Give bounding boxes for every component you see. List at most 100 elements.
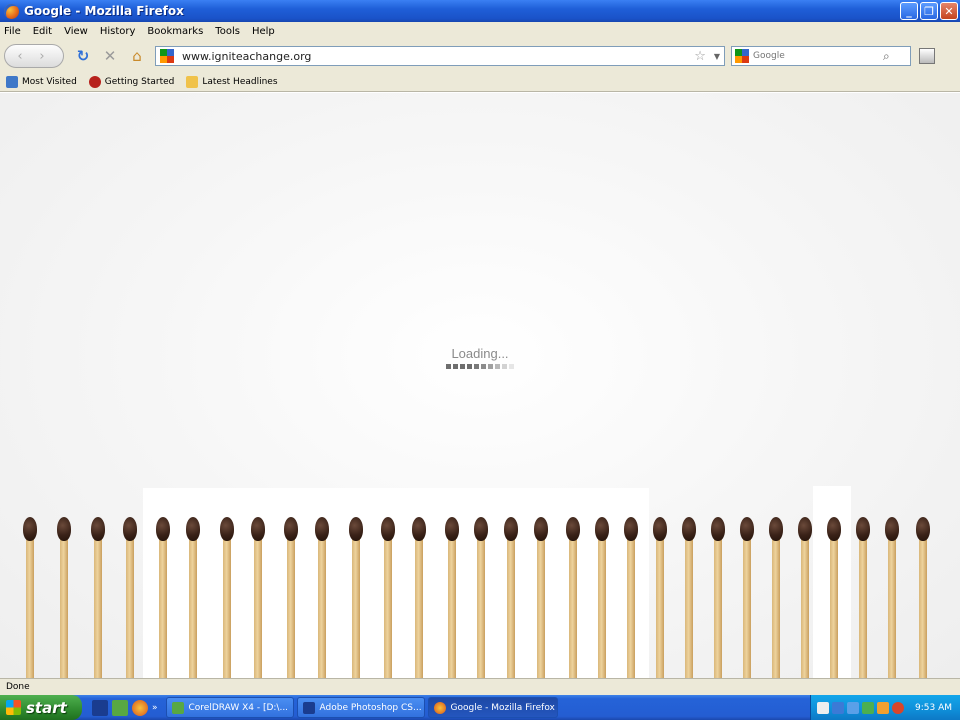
menu-view[interactable]: View: [64, 26, 88, 37]
loader-square: [481, 364, 486, 369]
stop-icon[interactable]: ✕: [99, 45, 121, 67]
loading-text: Loading...: [451, 346, 509, 361]
bookmarks-toolbar: Most Visited Getting Started Latest Head…: [0, 72, 960, 92]
search-engine-icon[interactable]: [735, 49, 749, 63]
alert-icon[interactable]: [892, 701, 904, 714]
home-icon[interactable]: ⌂: [126, 45, 148, 67]
loader-square: [488, 364, 493, 369]
reload-icon[interactable]: ↻: [72, 45, 94, 67]
menu-history[interactable]: History: [100, 26, 136, 37]
matchstick-image: [653, 517, 667, 678]
site-favicon-icon: [160, 49, 174, 63]
maximize-button[interactable]: ❐: [920, 2, 938, 20]
back-button[interactable]: ‹: [9, 49, 31, 64]
matchstick-image: [916, 517, 930, 678]
volume-icon[interactable]: [862, 701, 874, 714]
start-label: start: [26, 698, 67, 717]
matchstick-image: [885, 517, 899, 678]
matchstick-image: [711, 517, 725, 678]
matchstick-image: [91, 517, 105, 678]
system-tray: 9:53 AM: [810, 695, 960, 720]
shield-icon[interactable]: [877, 701, 889, 714]
help-icon[interactable]: [817, 701, 829, 714]
start-button[interactable]: start: [0, 695, 82, 720]
matchstick-image: [220, 517, 234, 678]
menu-bookmarks[interactable]: Bookmarks: [147, 26, 203, 37]
url-dropdown-icon[interactable]: ▼: [714, 52, 720, 61]
matchstick-image: [349, 517, 363, 678]
matchstick-image: [856, 517, 870, 678]
matchstick-image: [474, 517, 488, 678]
task-photoshop[interactable]: Adobe Photoshop CS...: [296, 697, 425, 718]
matchstick-image: [445, 517, 459, 678]
matchstick-image: [23, 517, 37, 678]
photoshop-icon[interactable]: [92, 699, 108, 716]
loader-square: [502, 364, 507, 369]
loader-square: [495, 364, 500, 369]
most-visited-icon: [6, 75, 18, 88]
windows-logo-icon: [6, 700, 21, 715]
status-text: Done: [6, 682, 30, 692]
firefox-icon: [4, 3, 19, 19]
firefox-icon: [433, 701, 446, 714]
bookmark-most-visited[interactable]: Most Visited: [6, 75, 77, 88]
network-icon[interactable]: [847, 701, 859, 714]
task-coreldraw[interactable]: CorelDRAW X4 - [D:\...: [165, 697, 294, 718]
matchstick-image: [412, 517, 426, 678]
coreldraw-icon[interactable]: [112, 699, 128, 716]
matchstick-image: [504, 517, 518, 678]
matchstick-image: [251, 517, 265, 678]
url-bar[interactable]: www.igniteachange.org ☆ ▼: [155, 46, 725, 66]
matchstick-image: [156, 517, 170, 678]
menu-help[interactable]: Help: [252, 26, 275, 37]
bookmark-star-icon[interactable]: ☆: [694, 49, 706, 64]
loader-square: [460, 364, 465, 369]
bookmark-label: Getting Started: [104, 76, 175, 87]
window-title: Google - Mozilla Firefox: [24, 4, 184, 18]
matchstick-image: [284, 517, 298, 678]
minimize-button[interactable]: _: [900, 2, 918, 20]
matchstick-image: [315, 517, 329, 678]
menu-tools[interactable]: Tools: [215, 26, 240, 37]
bookmark-label: Latest Headlines: [202, 76, 278, 87]
search-bar[interactable]: ⌕: [731, 46, 911, 66]
navigation-toolbar: ‹ › ↻ ✕ ⌂ www.igniteachange.org ☆ ▼ ⌕: [0, 40, 960, 72]
menu-edit[interactable]: Edit: [33, 26, 52, 37]
menu-file[interactable]: File: [4, 26, 21, 37]
bookmark-getting-started[interactable]: Getting Started: [88, 75, 175, 88]
window-controls: _ ❐ ✕: [900, 2, 958, 20]
loader-square: [474, 364, 479, 369]
window-tile-icon[interactable]: [919, 48, 935, 64]
url-text[interactable]: www.igniteachange.org: [182, 50, 694, 63]
rss-folder-icon: [186, 75, 199, 88]
back-forward-group: ‹ ›: [4, 44, 64, 68]
quick-launch: »: [92, 699, 158, 716]
close-button[interactable]: ✕: [940, 2, 958, 20]
matchstick-image: [769, 517, 783, 678]
getting-started-icon: [88, 75, 101, 88]
loader-square: [467, 364, 472, 369]
matchstick-image: [682, 517, 696, 678]
matchsticks-row: [0, 517, 960, 678]
search-icon[interactable]: ⌕: [883, 49, 890, 64]
network-icon[interactable]: [832, 701, 844, 714]
quick-launch-more-icon[interactable]: »: [152, 703, 158, 713]
photoshop-icon: [302, 701, 315, 714]
loading-indicator: [446, 364, 514, 369]
matchstick-image: [381, 517, 395, 678]
matchstick-image: [827, 517, 841, 678]
task-label: CorelDRAW X4 - [D:\...: [188, 702, 289, 713]
search-input[interactable]: [753, 51, 883, 61]
task-firefox[interactable]: Google - Mozilla Firefox: [427, 697, 558, 718]
loader-square: [446, 364, 451, 369]
matchstick-image: [595, 517, 609, 678]
forward-button[interactable]: ›: [31, 49, 53, 64]
status-bar: Done: [0, 678, 960, 695]
matchstick-image: [534, 517, 548, 678]
matchstick-image: [798, 517, 812, 678]
matchstick-image: [123, 517, 137, 678]
firefox-launch-icon[interactable]: [132, 699, 148, 716]
bookmark-latest-headlines[interactable]: Latest Headlines: [186, 75, 278, 88]
matchstick-image: [186, 517, 200, 678]
bookmark-label: Most Visited: [22, 76, 77, 87]
